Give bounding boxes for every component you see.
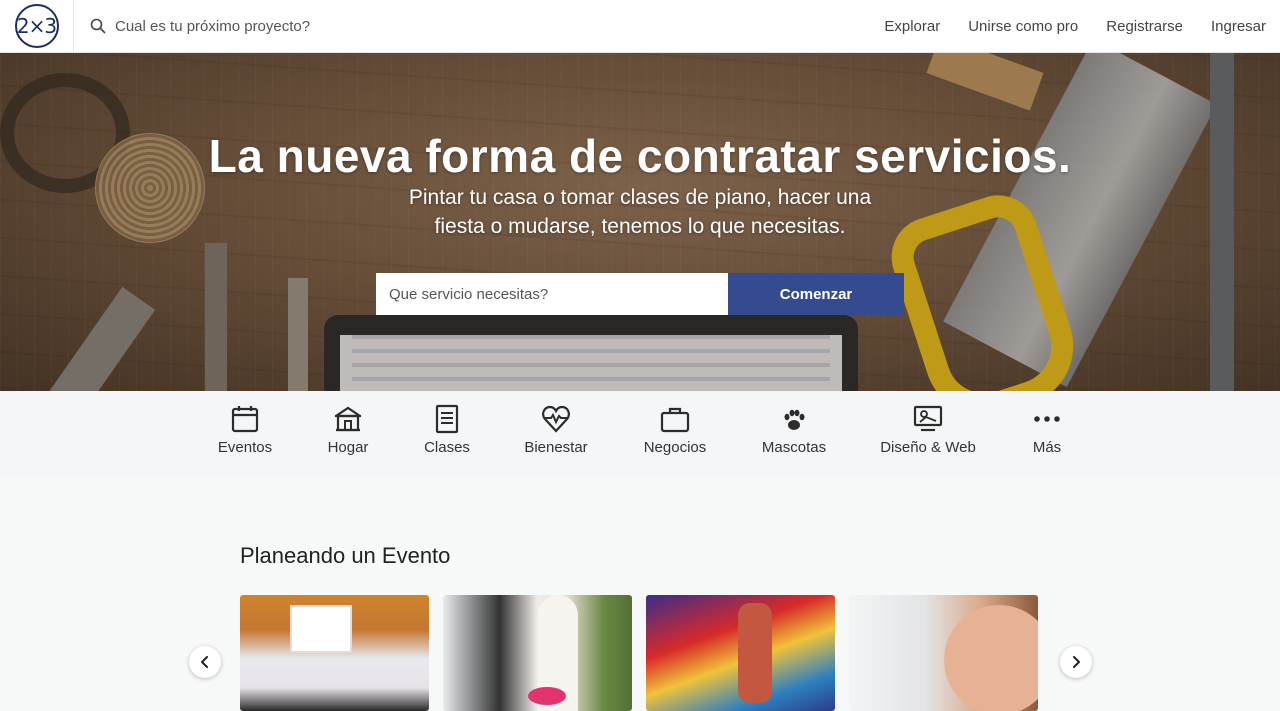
hero-title: La nueva forma de contratar servicios. <box>208 130 1072 182</box>
event-card-makeup[interactable] <box>849 595 1038 711</box>
top-nav: Explorar Unirse como pro Registrarse Ing… <box>884 0 1280 53</box>
logo-container[interactable]: 2×3 <box>0 0 74 53</box>
category-mascotas[interactable]: Mascotas <box>739 391 849 476</box>
category-label: Mascotas <box>761 439 827 456</box>
category-label: Diseño & Web <box>880 439 976 456</box>
more-icon <box>1034 416 1060 422</box>
header-search[interactable]: Cual es tu próximo proyecto? <box>90 0 884 53</box>
header-search-input[interactable]: Cual es tu próximo proyecto? <box>115 18 310 35</box>
category-negocios[interactable]: Negocios <box>620 391 730 476</box>
category-hogar[interactable]: Hogar <box>293 391 403 476</box>
hero-subtitle: Pintar tu casa o tomar clases de piano, … <box>408 186 872 238</box>
event-card-dj[interactable] <box>240 595 429 711</box>
heart-pulse-icon <box>542 405 570 433</box>
start-button[interactable]: Comenzar <box>728 273 904 315</box>
category-label: Negocios <box>643 439 707 456</box>
chevron-right-icon <box>1073 656 1080 668</box>
paw-icon <box>784 409 805 430</box>
top-header: 2×3 Cual es tu próximo proyecto? Explora… <box>0 0 1280 53</box>
briefcase-icon <box>660 407 690 433</box>
carousel-prev-button[interactable] <box>189 646 221 678</box>
category-eventos[interactable]: Eventos <box>190 391 300 476</box>
event-card-wedding[interactable] <box>443 595 632 711</box>
chevron-left-icon <box>201 656 208 668</box>
nav-join-pro-link[interactable]: Unirse como pro <box>968 18 1078 35</box>
category-bienestar[interactable]: Bienestar <box>501 391 611 476</box>
makeup-artist-image <box>944 605 1038 711</box>
service-search-input[interactable] <box>376 273 728 315</box>
event-card-bounce[interactable] <box>646 595 835 711</box>
category-label: Clases <box>424 439 470 456</box>
section-title: Planeando un Evento <box>240 543 451 568</box>
search-icon <box>90 18 106 34</box>
calendar-icon <box>231 406 259 433</box>
category-label: Más <box>1032 439 1062 456</box>
dj-equipment-image <box>290 605 352 653</box>
nav-login-link[interactable]: Ingresar <box>1211 18 1266 35</box>
bouquet-shape <box>528 687 566 705</box>
logo[interactable]: 2×3 <box>14 4 59 48</box>
category-label: Hogar <box>327 439 369 456</box>
category-bar: Eventos Hogar Clases Bienestar Negocios … <box>0 391 1280 476</box>
category-mas[interactable]: Más <box>992 391 1102 476</box>
carousel-next-button[interactable] <box>1060 646 1092 678</box>
category-label: Bienestar <box>524 439 588 456</box>
category-label: Eventos <box>217 439 273 456</box>
bounce-house-image <box>738 603 772 703</box>
monitor-icon <box>913 405 943 432</box>
document-icon <box>435 404 459 434</box>
category-diseno-web[interactable]: Diseño & Web <box>873 391 983 476</box>
category-clases[interactable]: Clases <box>392 391 502 476</box>
nav-register-link[interactable]: Registrarse <box>1106 18 1183 35</box>
hero-banner: La nueva forma de contratar servicios. P… <box>0 53 1280 391</box>
nav-explorar-link[interactable]: Explorar <box>884 18 940 35</box>
house-icon <box>335 406 361 432</box>
